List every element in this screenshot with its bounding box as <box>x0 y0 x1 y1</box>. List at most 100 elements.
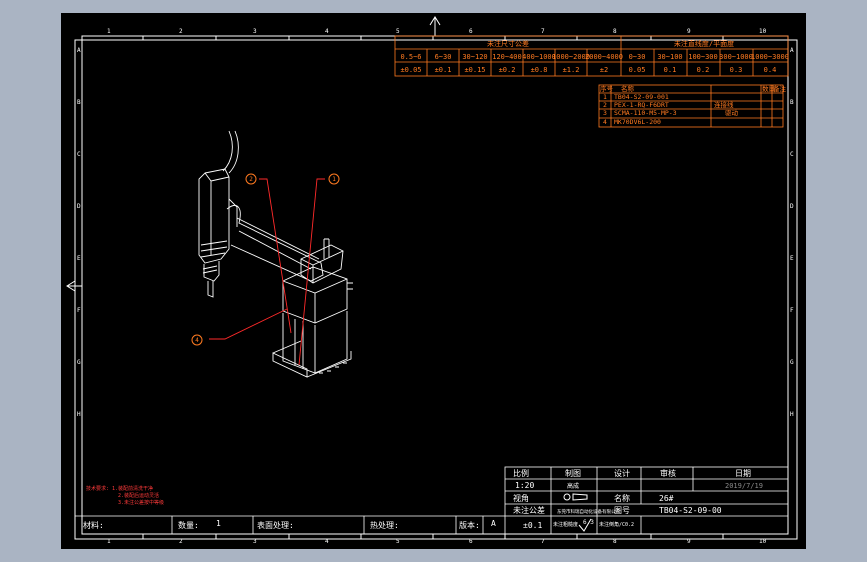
range-left-5: 400~1000 <box>522 53 556 61</box>
parts-header-no: 序号 <box>600 84 614 93</box>
value-left-4: ±0.2 <box>499 66 516 74</box>
value-left-7: ±2 <box>600 66 608 74</box>
bottom-quantity-value: 1 <box>216 519 221 528</box>
frame-row-letter-D-right: D <box>790 203 794 210</box>
frame-col-number-5-top: 5 <box>396 28 400 35</box>
title-label-scale: 比例 <box>513 468 529 478</box>
bottom-version-label: 版本: <box>459 520 480 530</box>
value-left-2: ±0.1 <box>435 66 452 74</box>
bottom-version-value: A <box>491 519 496 528</box>
note-line-3: 3.未注公差按中等级 <box>118 499 164 506</box>
parts-header-name: 名称 <box>621 84 635 93</box>
value-left-6: ±1.2 <box>563 66 580 74</box>
title-label-roughness: 未注粗糙度 <box>553 521 578 528</box>
callout-label-1: 1 <box>332 176 336 183</box>
part-3-note: 驱动 <box>725 109 739 117</box>
frame-col-number-9-top: 9 <box>687 28 691 35</box>
projection-symbol-icon <box>563 493 588 501</box>
title-value-scale: 1:20 <box>515 481 534 490</box>
title-label-name: 名称 <box>614 493 630 503</box>
cad-viewport[interactable]: 1 1 2 2 3 3 4 4 5 5 6 6 7 7 8 8 9 9 10 10 AABBCCDDEEFFGGHH … <box>61 13 806 549</box>
frame-row-letter-A-right: A <box>790 47 794 54</box>
title-value-date: 2019/7/19 <box>725 482 763 490</box>
frame-row-ticks: A A B B C C D D E E F F G G H H <box>77 47 794 418</box>
frame-row-letter-E-right: E <box>790 255 794 262</box>
title-value-company: 东莞市科瑞自动化设备有限公司 <box>557 508 620 515</box>
title-value-tolerance: ±0.1 <box>523 521 542 530</box>
title-value-designer: 高成 <box>567 482 579 490</box>
robot-cable <box>222 130 239 174</box>
part-1-code: TB04-S2-09-001 <box>614 93 669 101</box>
value-left-3: ±0.15 <box>464 66 485 74</box>
frame-row-letter-F-left: F <box>77 307 81 314</box>
frame-col-number-7-top: 7 <box>541 28 545 35</box>
range-right-5: 1000~3000 <box>751 53 789 61</box>
frame-col-number-4-bottom: 4 <box>325 538 329 545</box>
part-2-code: PEX-1-RQ-F6DRT <box>614 101 669 109</box>
cad-drawing: 1122334455667788991010 A AB BC CD DE EF FG GH H … <box>66 16 798 545</box>
frame-col-number-5-bottom: 5 <box>396 538 400 545</box>
range-right-2: 30~100 <box>657 53 682 61</box>
note-line-1: 技术要求: 1.装配前清洗干净 <box>86 485 153 492</box>
callout-label-4: 4 <box>195 337 199 344</box>
value-left-5: ±0.8 <box>531 66 548 74</box>
value-right-1: 0.05 <box>629 66 646 74</box>
title-label-view: 视角 <box>513 493 529 503</box>
frame-row-letter-F-right: F <box>790 307 794 314</box>
range-right-3: 100~300 <box>688 53 718 61</box>
title-label-note: 未注倒角/C0.2 <box>599 521 634 528</box>
callout-leaders <box>209 178 325 366</box>
title-value-drawing-no: TB04-S2-09-00 <box>659 506 722 515</box>
frame-col-number-1-top: 1 <box>107 28 111 35</box>
frame-row-letter-C-right: C <box>790 151 794 158</box>
range-left-2: 6~30 <box>435 53 452 61</box>
frame-row-letter-G-right: G <box>790 359 794 366</box>
title-label-tolerance: 未注公差 <box>513 505 545 515</box>
range-left-7: 2000~4000 <box>585 53 623 61</box>
value-left-1: ±0.05 <box>400 66 421 74</box>
frame-col-number-6-bottom: 6 <box>469 538 473 545</box>
part-1-no: 1 <box>603 93 607 101</box>
frame-col-number-9-bottom: 9 <box>687 538 691 545</box>
part-3-code: SCMA-110-M5-MP-3 <box>614 109 677 117</box>
tolerance-title-right: 未注直线度/平面度 <box>674 39 734 48</box>
value-right-2: 0.1 <box>664 66 677 74</box>
frame-row-letter-A-left: A <box>77 47 81 54</box>
title-label-check: 审核 <box>660 468 676 478</box>
frame-col-number-8-bottom: 8 <box>613 538 617 545</box>
part-2-no: 2 <box>603 101 607 109</box>
title-label-date: 日期 <box>735 469 751 478</box>
range-right-4: 300~1000 <box>719 53 753 61</box>
part-2-note: 连接线 <box>714 100 734 109</box>
frame-row-letter-B-left: B <box>77 99 81 106</box>
part-4-code: MK70DV6L-200 <box>614 118 661 126</box>
bottom-heat-label: 热处理: <box>370 520 399 530</box>
part-4-no: 4 <box>603 118 607 126</box>
frame-col-number-7-bottom: 7 <box>541 538 545 545</box>
range-left-3: 30~120 <box>462 53 487 61</box>
frame-col-number-10-top: 10 <box>759 28 767 35</box>
callout-label-2: 2 <box>249 176 253 183</box>
note-line-2: 2.装配后运动灵活 <box>118 492 159 499</box>
frame-row-letter-B-right: B <box>790 99 794 106</box>
value-right-4: 0.3 <box>730 66 743 74</box>
title-label-drawing-no: 图号 <box>614 506 630 515</box>
part-3-no: 3 <box>603 109 607 117</box>
frame-row-letter-H-right: H <box>790 411 794 418</box>
title-label-design: 设计 <box>614 468 630 478</box>
range-left-4: 120~400 <box>492 53 522 61</box>
frame-col-number-2-top: 2 <box>179 28 183 35</box>
title-value-name: 26# <box>659 494 674 503</box>
range-right-1: 0~30 <box>629 53 646 61</box>
frame-col-number-4-top: 4 <box>325 28 329 35</box>
tolerance-title-left: 未注尺寸公差 <box>487 39 529 48</box>
frame-row-letter-D-left: D <box>77 203 81 210</box>
range-left-1: 0.5~6 <box>400 53 421 61</box>
frame-row-letter-E-left: E <box>77 255 81 262</box>
frame-col-number-6-top: 6 <box>469 28 473 35</box>
drawing-frame <box>74 35 798 540</box>
frame-col-number-8-top: 8 <box>613 28 617 35</box>
value-right-5: 0.4 <box>764 66 777 74</box>
frame-col-number-1-bottom: 1 <box>107 538 111 545</box>
frame-col-number-3-top: 3 <box>253 28 257 35</box>
